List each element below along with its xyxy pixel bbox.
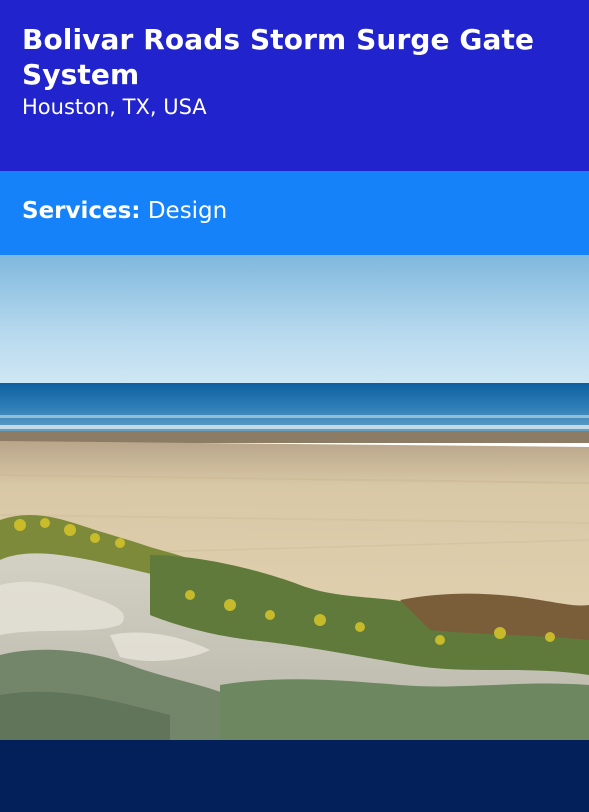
services-value: Design	[147, 198, 228, 224]
project-photo	[0, 255, 589, 740]
project-location: Houston, TX, USA	[22, 95, 207, 119]
services-bar: Services: Design	[0, 171, 589, 255]
services-label: Services:	[22, 198, 141, 224]
card-footer	[0, 740, 589, 812]
project-header: Bolivar Roads Storm Surge Gate System Ho…	[0, 0, 589, 171]
project-card[interactable]: Bolivar Roads Storm Surge Gate System Ho…	[0, 0, 589, 812]
project-title: Bolivar Roads Storm Surge Gate System	[22, 23, 535, 91]
